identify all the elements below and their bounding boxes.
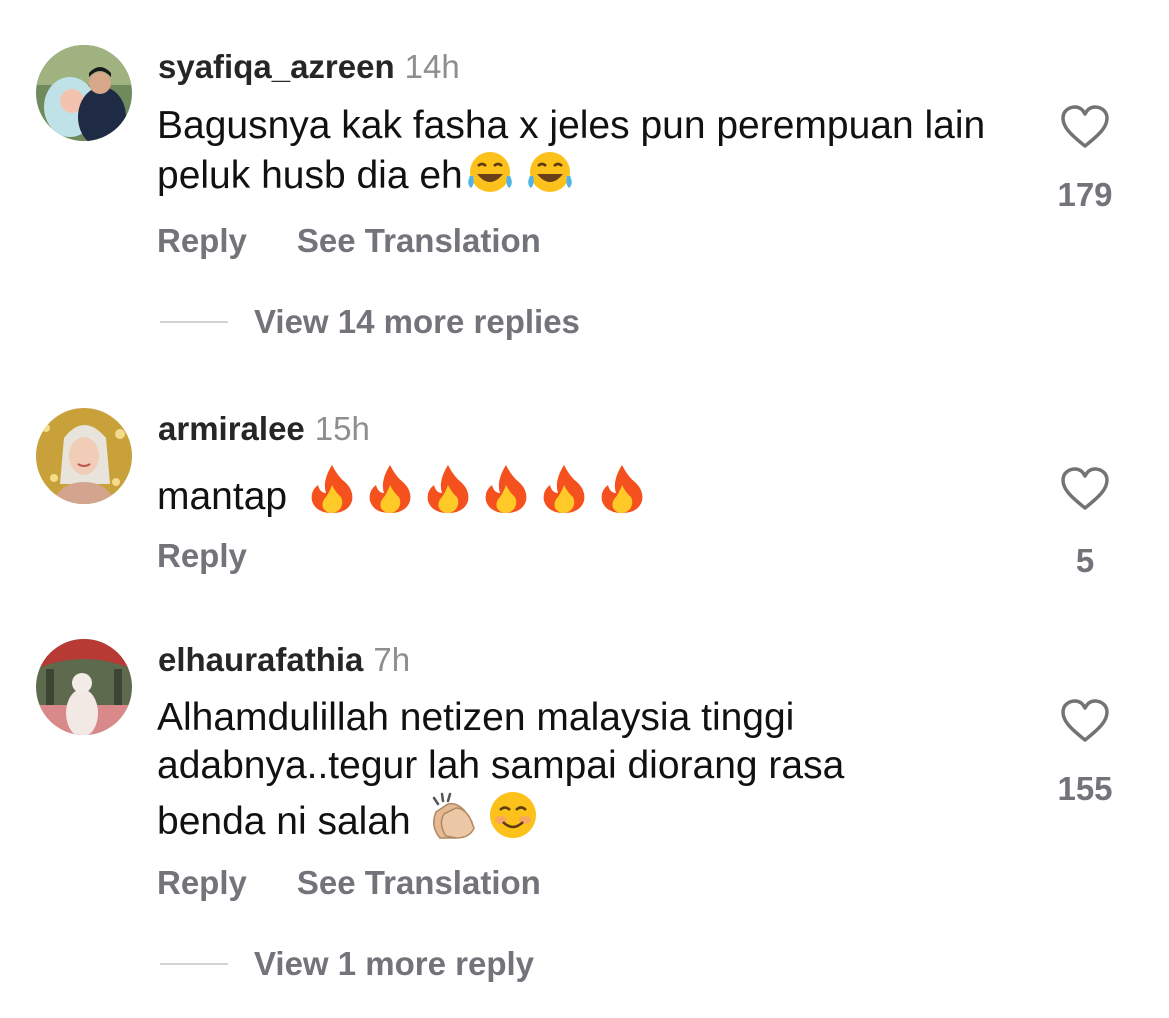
username[interactable]: elhaurafathia — [158, 641, 363, 678]
comment-header: elhaurafathia 7h — [158, 640, 410, 680]
view-more-label[interactable]: View 1 more reply — [254, 945, 534, 982]
avatar[interactable] — [36, 639, 132, 735]
divider-line — [160, 963, 228, 965]
comment-text: Alhamdulillah netizen malaysia tinggi ad… — [157, 694, 957, 852]
see-translation-button[interactable]: See Translation — [297, 864, 541, 901]
like-count: 155 — [1057, 770, 1113, 807]
comment-actions: Reply See Translation — [157, 864, 541, 902]
heart-outline-icon[interactable] — [1060, 698, 1110, 744]
view-more-replies[interactable]: View 1 more reply — [160, 945, 534, 983]
reply-button[interactable]: Reply — [157, 864, 247, 901]
clapping-hands-emoji — [426, 790, 480, 852]
comment-item: elhaurafathia 7h Alhamdulillah netizen ma… — [0, 0, 1169, 1018]
timestamp: 7h — [373, 641, 411, 678]
like-control: 155 — [1045, 698, 1125, 808]
smiling-face-emoji — [488, 790, 538, 852]
